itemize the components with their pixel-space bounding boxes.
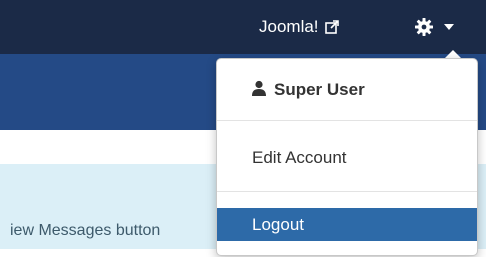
- dropdown-divider: [217, 120, 477, 121]
- settings-dropdown-toggle[interactable]: [414, 12, 474, 42]
- dropdown-divider: [217, 191, 477, 192]
- caret-down-icon: [444, 24, 454, 30]
- site-link[interactable]: Joomla!: [259, 17, 339, 37]
- site-link-label: Joomla!: [259, 17, 319, 36]
- message-alert-text: iew Messages button: [10, 222, 161, 239]
- logout-menu-item[interactable]: Logout: [217, 208, 477, 241]
- external-link-icon: [324, 20, 339, 34]
- dropdown-header: Super User: [217, 59, 477, 120]
- user-dropdown-menu: Super User Edit Account Logout: [216, 58, 478, 256]
- user-icon: [252, 80, 266, 96]
- dropdown-header-label: Super User: [274, 79, 365, 99]
- edit-account-menu-item[interactable]: Edit Account: [217, 141, 477, 174]
- gear-icon: [415, 18, 433, 36]
- top-navbar: Joomla!: [0, 0, 486, 54]
